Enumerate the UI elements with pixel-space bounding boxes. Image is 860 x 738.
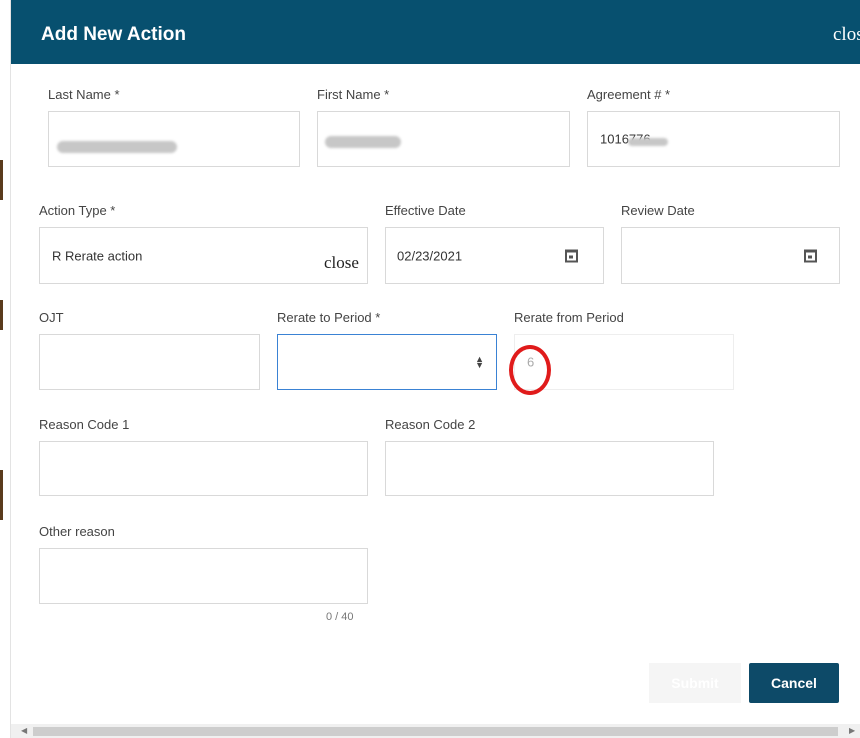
submit-button[interactable]: Submit bbox=[649, 663, 741, 703]
last-name-label: Last Name * bbox=[48, 87, 120, 102]
reason-code-1-field[interactable] bbox=[39, 441, 368, 496]
horizontal-scrollbar[interactable]: ◀ ▶ bbox=[11, 724, 860, 738]
redacted-value bbox=[628, 138, 668, 146]
dialog-close-button[interactable]: close bbox=[833, 24, 860, 46]
left-edge-strip bbox=[0, 300, 3, 330]
agreement-field[interactable]: 1016776 bbox=[587, 111, 840, 167]
rerate-to-period-input[interactable]: ▲ ▼ bbox=[277, 334, 497, 390]
highlight-circle bbox=[509, 345, 551, 395]
first-name-label: First Name * bbox=[317, 87, 390, 102]
reason-code-2-field[interactable] bbox=[385, 441, 714, 496]
agreement-label: Agreement # * bbox=[587, 87, 671, 102]
first-name-field[interactable] bbox=[317, 111, 570, 167]
left-edge-strip bbox=[0, 470, 3, 520]
action-type-select[interactable]: R Rerate action close bbox=[39, 227, 368, 284]
other-reason-counter: 0 / 40 bbox=[326, 611, 354, 623]
effective-date-value: 02/23/2021 bbox=[397, 248, 463, 263]
other-reason-field[interactable] bbox=[39, 548, 368, 604]
effective-date-field[interactable]: 02/23/2021 bbox=[385, 227, 604, 284]
other-reason-label: Other reason bbox=[39, 524, 115, 539]
action-type-clear-button[interactable]: close bbox=[324, 253, 359, 273]
ojt-field[interactable] bbox=[39, 334, 260, 390]
dialog-title: Add New Action bbox=[41, 24, 186, 45]
left-edge bbox=[0, 0, 11, 738]
last-name-field[interactable] bbox=[48, 111, 300, 167]
calendar-icon[interactable] bbox=[804, 249, 817, 262]
ojt-label: OJT bbox=[39, 310, 64, 325]
rerate-to-period-label: Rerate to Period * bbox=[277, 310, 381, 325]
redacted-value bbox=[325, 136, 401, 148]
review-date-field[interactable] bbox=[621, 227, 840, 284]
reason-code-1-label: Reason Code 1 bbox=[39, 417, 130, 432]
dialog-header: Add New Action close bbox=[11, 0, 860, 64]
redacted-value bbox=[57, 141, 177, 153]
rerate-from-period-label: Rerate from Period bbox=[514, 310, 624, 325]
action-type-label: Action Type * bbox=[39, 203, 116, 218]
scroll-right-icon[interactable]: ▶ bbox=[849, 726, 855, 735]
calendar-icon[interactable] bbox=[565, 249, 578, 262]
left-edge-strip bbox=[0, 160, 3, 200]
cancel-button[interactable]: Cancel bbox=[749, 663, 839, 703]
spinner-icon[interactable]: ▲ ▼ bbox=[475, 355, 484, 370]
action-type-value: R Rerate action bbox=[52, 248, 143, 263]
scroll-left-icon[interactable]: ◀ bbox=[21, 726, 27, 735]
scrollbar-thumb[interactable] bbox=[33, 727, 838, 736]
reason-code-2-label: Reason Code 2 bbox=[385, 417, 476, 432]
effective-date-label: Effective Date bbox=[385, 203, 466, 218]
review-date-label: Review Date bbox=[621, 203, 695, 218]
